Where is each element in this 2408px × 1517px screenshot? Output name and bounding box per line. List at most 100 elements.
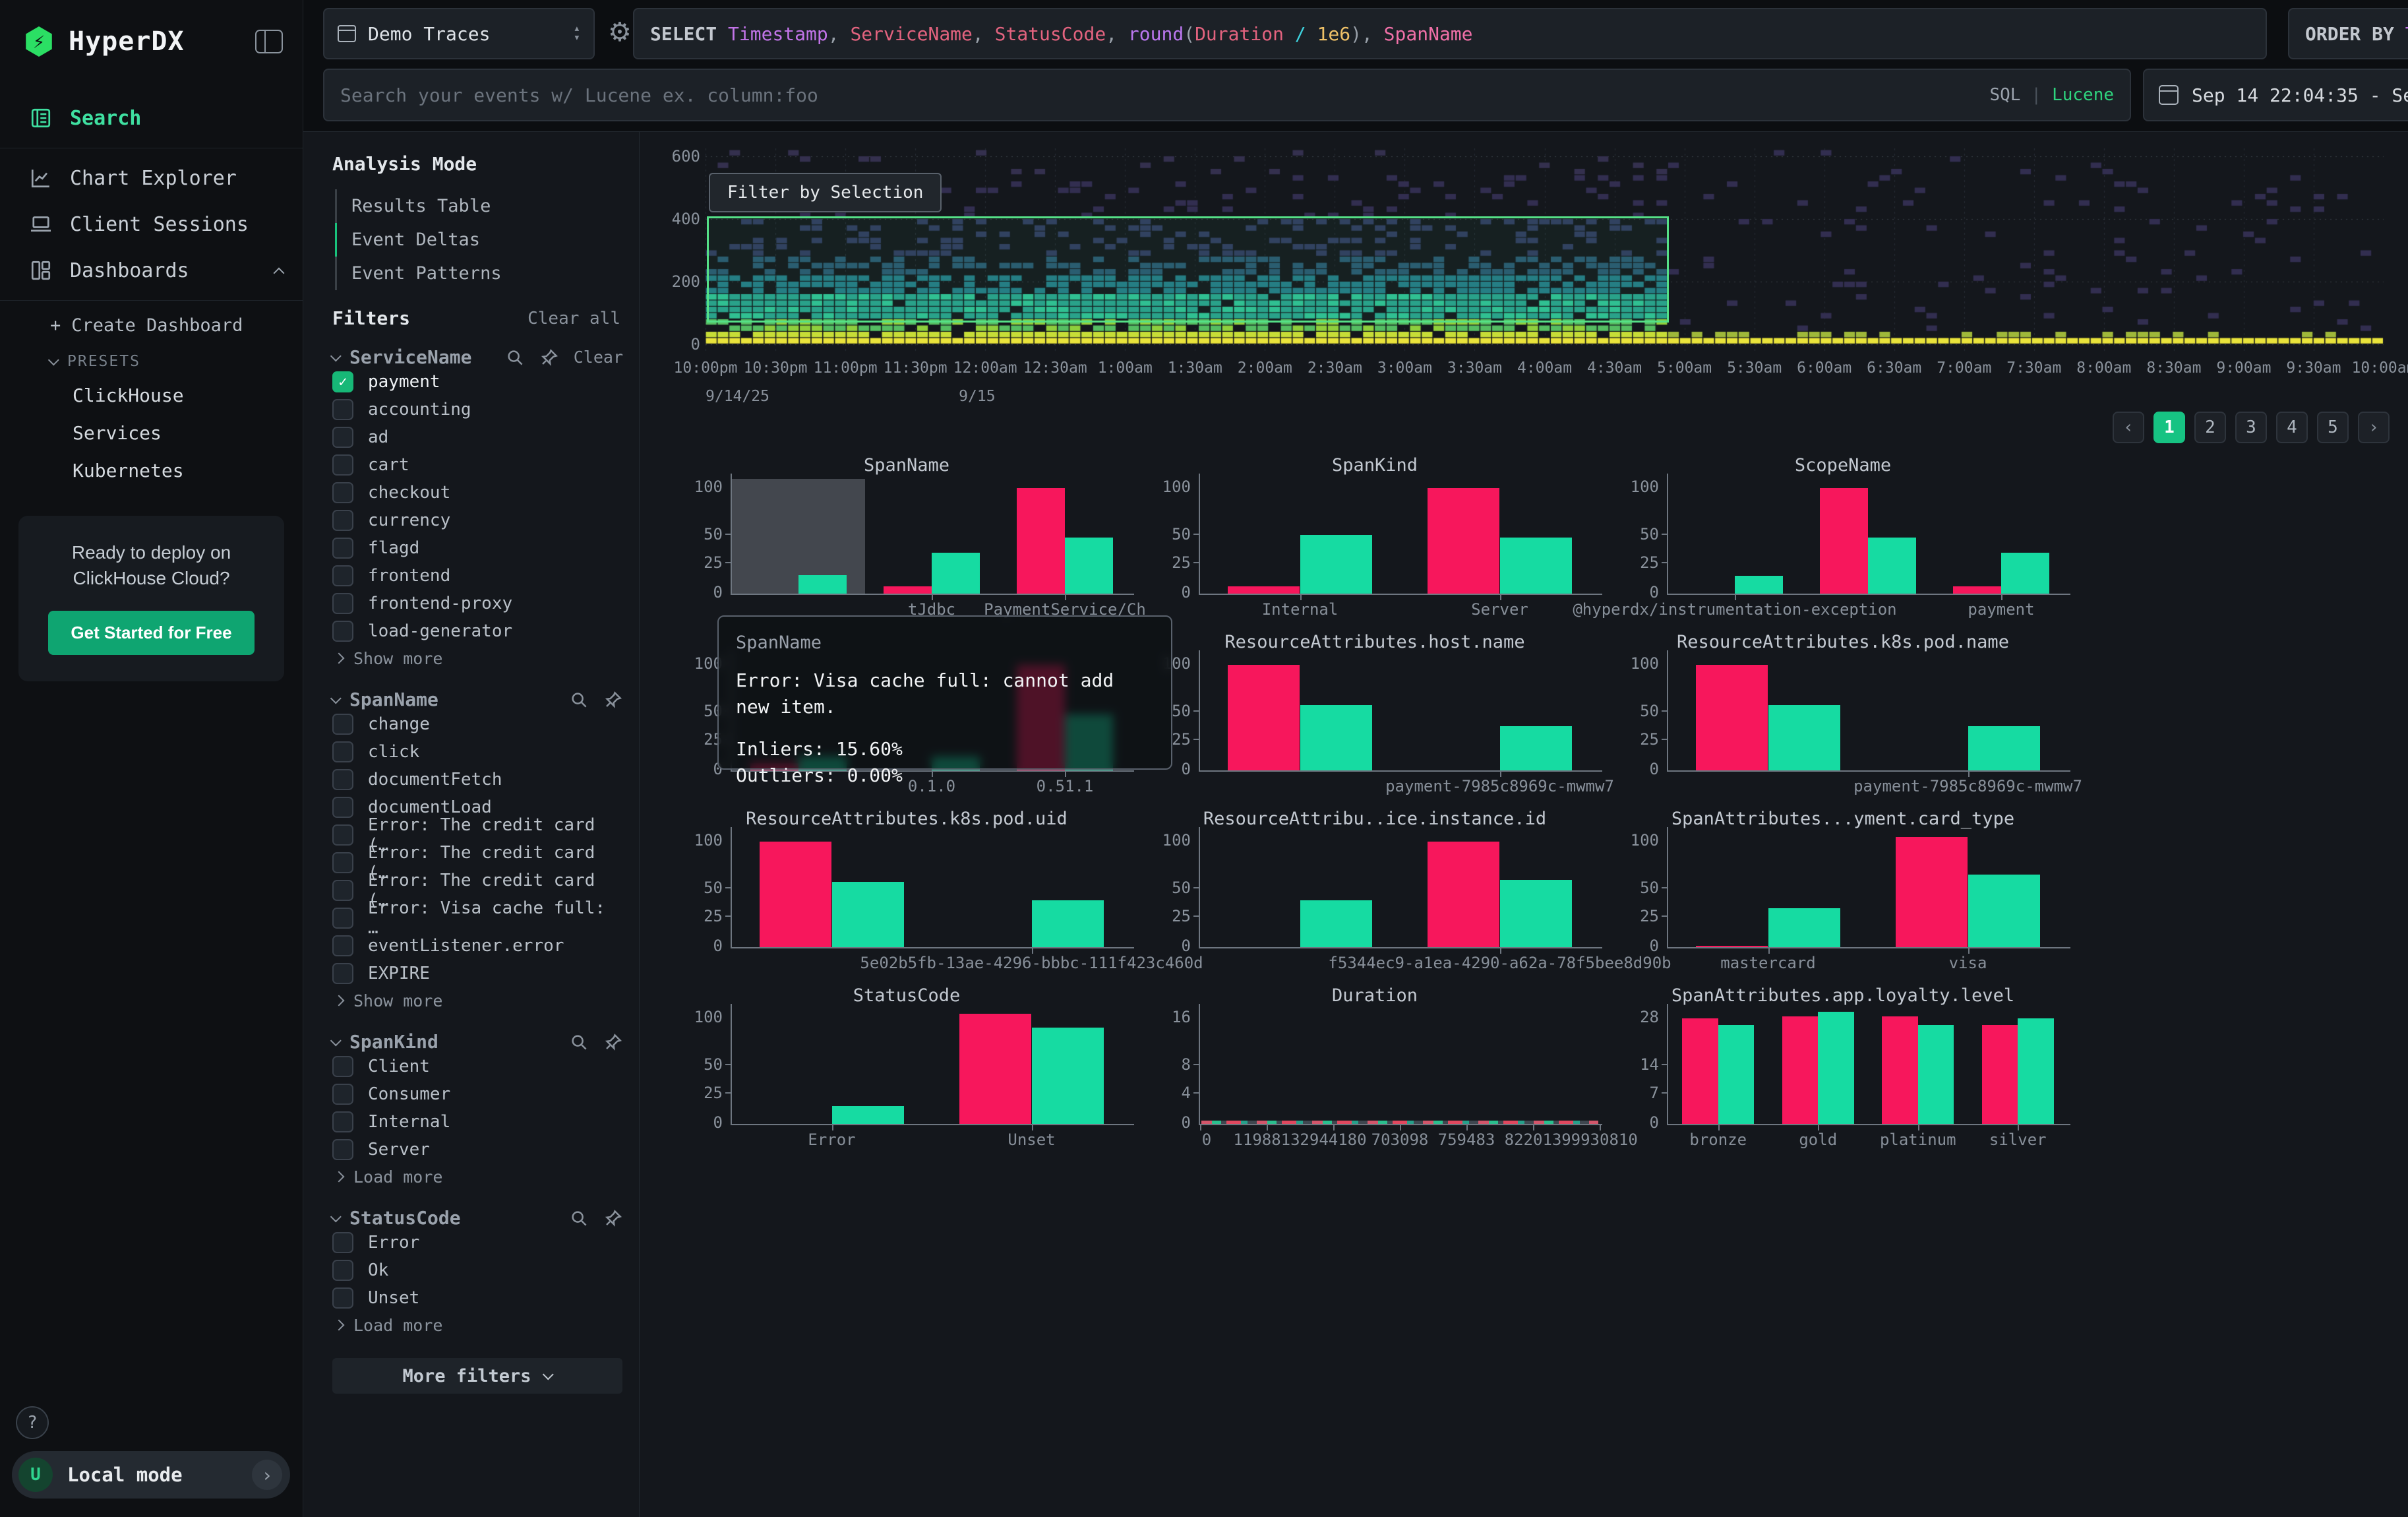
checkbox-unchecked[interactable] bbox=[332, 880, 353, 901]
inliers-bar[interactable] bbox=[1032, 900, 1104, 947]
presets-section[interactable]: PRESETS bbox=[0, 344, 303, 377]
filter-option[interactable]: cart bbox=[332, 451, 623, 479]
chevron-up-icon[interactable] bbox=[275, 259, 283, 282]
checkbox-unchecked[interactable] bbox=[332, 935, 353, 956]
outliers-bar[interactable] bbox=[1896, 837, 1968, 947]
filter-option[interactable]: EXPIRE bbox=[332, 960, 623, 987]
checkbox-unchecked[interactable] bbox=[332, 593, 353, 614]
filter-option[interactable]: Ok bbox=[332, 1256, 623, 1284]
load-more-button[interactable]: Load more bbox=[335, 1312, 623, 1338]
filter-option[interactable]: currency bbox=[332, 507, 623, 534]
pin-icon[interactable] bbox=[603, 1208, 623, 1228]
checkbox-unchecked[interactable] bbox=[332, 769, 353, 790]
checkbox-unchecked[interactable] bbox=[332, 908, 353, 929]
inliers-bar[interactable] bbox=[1768, 705, 1840, 770]
inliers-bar[interactable] bbox=[1065, 538, 1113, 594]
outliers-bar[interactable] bbox=[884, 586, 932, 594]
pin-icon[interactable] bbox=[539, 348, 559, 367]
chart-plot[interactable]: 025501005e02b5fb-13ae-4296-bbbc-111f423c… bbox=[731, 832, 1130, 948]
inliers-bar[interactable] bbox=[1032, 1028, 1104, 1124]
more-filters-button[interactable]: More filters bbox=[332, 1358, 622, 1394]
outliers-bar[interactable] bbox=[1882, 1016, 1918, 1124]
inliers-bar[interactable] bbox=[1968, 875, 2040, 947]
checkbox-unchecked[interactable] bbox=[332, 852, 353, 873]
sidebar-item-chart-explorer[interactable]: Chart Explorer bbox=[0, 155, 303, 201]
help-button[interactable]: ? bbox=[16, 1406, 49, 1439]
inliers-bar[interactable] bbox=[1868, 538, 1916, 594]
filter-option[interactable]: frontend bbox=[332, 562, 623, 590]
checkbox-unchecked[interactable] bbox=[332, 797, 353, 818]
show-more-button[interactable]: Show more bbox=[335, 987, 623, 1014]
inliers-bar[interactable] bbox=[1968, 726, 2040, 770]
checkbox-unchecked[interactable] bbox=[332, 741, 353, 762]
outliers-bar[interactable] bbox=[1982, 1025, 2018, 1124]
inliers-bar[interactable] bbox=[2018, 1018, 2054, 1124]
prev-page-button[interactable]: ‹ bbox=[2113, 412, 2144, 443]
checkbox-unchecked[interactable] bbox=[332, 399, 353, 420]
page-button-3[interactable]: 3 bbox=[2235, 412, 2267, 443]
inliers-bar[interactable] bbox=[1300, 705, 1372, 770]
checkbox-unchecked[interactable] bbox=[332, 482, 353, 503]
filter-group-header[interactable]: SpanKind bbox=[332, 1031, 623, 1053]
checkbox-unchecked[interactable] bbox=[332, 427, 353, 448]
filter-option[interactable]: Server bbox=[332, 1136, 623, 1163]
filter-option[interactable]: frontend-proxy bbox=[332, 590, 623, 617]
chart-plot[interactable]: 02550100payment-7985c8969c-mwmw7 bbox=[1199, 656, 1598, 772]
inliers-bar[interactable] bbox=[1718, 1025, 1755, 1124]
page-button-4[interactable]: 4 bbox=[2276, 412, 2308, 443]
page-button-1[interactable]: 1 bbox=[2153, 412, 2185, 443]
filter-option[interactable]: load-generator bbox=[332, 617, 623, 645]
filter-option[interactable]: Client bbox=[332, 1053, 623, 1080]
filter-option[interactable]: ✓payment bbox=[332, 368, 623, 396]
inliers-bar[interactable] bbox=[832, 1106, 904, 1124]
filter-option[interactable]: flagd bbox=[332, 534, 623, 562]
filter-option[interactable]: documentFetch bbox=[332, 766, 623, 793]
chart-plot[interactable]: 02550100f5344ec9-a1ea-4290-a62a-78f5bee8… bbox=[1199, 832, 1598, 948]
show-more-button[interactable]: Show more bbox=[335, 645, 623, 671]
search-icon[interactable] bbox=[569, 1032, 589, 1052]
source-select[interactable]: Demo Traces ▴▾ bbox=[323, 8, 595, 59]
chart-plot[interactable]: 02550100InternalServer bbox=[1199, 479, 1598, 595]
sidebar-item-kubernetes[interactable]: Kubernetes bbox=[0, 452, 303, 489]
sidebar-item-search[interactable]: Search bbox=[0, 95, 303, 141]
checkbox-unchecked[interactable] bbox=[332, 1139, 353, 1160]
filter-option[interactable]: Unset bbox=[332, 1284, 623, 1312]
chart-plot[interactable]: 02550100mastercardvisa bbox=[1667, 832, 2066, 948]
inliers-bar[interactable] bbox=[1500, 726, 1572, 770]
gear-icon[interactable]: ⚙ bbox=[608, 17, 632, 47]
analysis-mode-event-patterns[interactable]: Event Patterns bbox=[335, 257, 623, 290]
filter-group-header[interactable]: SpanName bbox=[332, 689, 623, 710]
filter-by-selection-button[interactable]: Filter by Selection bbox=[709, 173, 942, 212]
chart-plot[interactable]: 02550100ErrorUnset bbox=[731, 1009, 1130, 1125]
search-icon[interactable] bbox=[569, 1208, 589, 1228]
analysis-mode-event-deltas[interactable]: Event Deltas bbox=[335, 223, 623, 257]
inliers-bar[interactable] bbox=[932, 553, 980, 594]
checkbox-unchecked[interactable] bbox=[332, 454, 353, 476]
outliers-bar[interactable] bbox=[1228, 586, 1300, 594]
outliers-bar[interactable] bbox=[1696, 946, 1768, 947]
search-icon[interactable] bbox=[569, 690, 589, 710]
filter-option[interactable]: click bbox=[332, 738, 623, 766]
checkbox-unchecked[interactable] bbox=[332, 1287, 353, 1309]
checkbox-unchecked[interactable] bbox=[332, 714, 353, 735]
sidebar-collapse-icon[interactable] bbox=[255, 30, 283, 53]
checkbox-unchecked[interactable] bbox=[332, 565, 353, 586]
page-button-5[interactable]: 5 bbox=[2317, 412, 2349, 443]
outliers-bar[interactable] bbox=[1228, 665, 1300, 770]
clear-filter-button[interactable]: Clear bbox=[574, 348, 623, 367]
filter-option[interactable]: checkout bbox=[332, 479, 623, 507]
clear-all-button[interactable]: Clear all bbox=[527, 309, 620, 328]
checkbox-unchecked[interactable] bbox=[332, 1260, 353, 1281]
inliers-bar[interactable] bbox=[1918, 1025, 1954, 1124]
filter-option[interactable]: accounting bbox=[332, 396, 623, 423]
outliers-bar[interactable] bbox=[1428, 842, 1499, 947]
create-dashboard-button[interactable]: + Create Dashboard bbox=[0, 307, 303, 344]
outliers-bar[interactable] bbox=[760, 842, 831, 947]
filter-option[interactable]: Error: Visa cache full: … bbox=[332, 904, 623, 932]
heatmap-selection-region[interactable] bbox=[707, 216, 1669, 323]
date-range-input[interactable]: Sep 14 22:04:35 - Sep 15 10:04:35 bbox=[2143, 69, 2408, 121]
inliers-bar[interactable] bbox=[798, 575, 847, 594]
checkbox-unchecked[interactable] bbox=[332, 963, 353, 984]
inliers-bar[interactable] bbox=[1500, 538, 1572, 594]
load-more-button[interactable]: Load more bbox=[335, 1163, 623, 1190]
